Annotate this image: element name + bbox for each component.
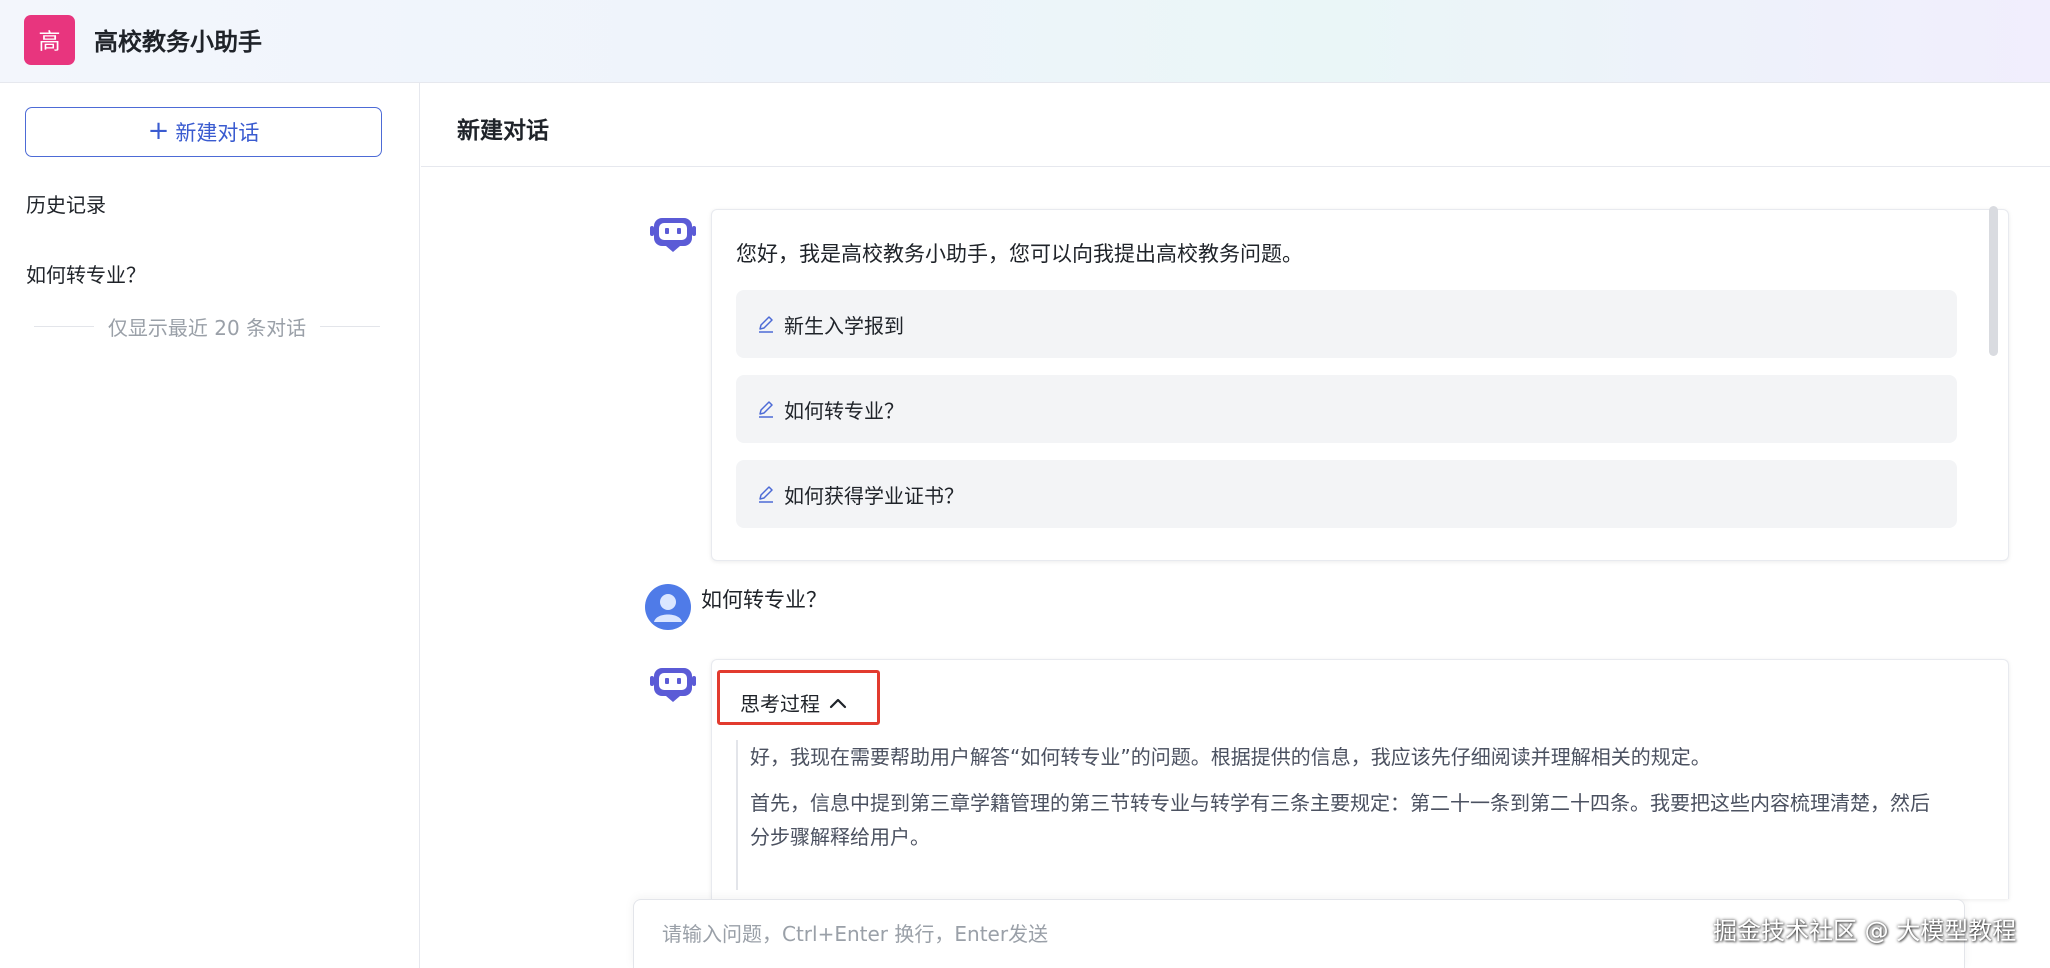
robot-avatar-icon [650, 218, 696, 252]
chat-scrollbar[interactable] [1989, 206, 1998, 356]
thinking-toggle[interactable]: 思考过程 [740, 688, 848, 717]
divider [34, 325, 94, 327]
suggestion-label: 新生入学报到 [784, 313, 904, 338]
pencil-icon [759, 486, 773, 503]
top-bar: 高 高校教务小助手 [0, 0, 2050, 83]
plus-icon: + [147, 115, 170, 146]
suggestion-label: 如何转专业？ [784, 398, 904, 423]
chevron-up-icon [829, 698, 847, 708]
new-chat-button[interactable]: + 新建对话 [25, 107, 382, 157]
thinking-content: 好，我现在需要帮助用户解答“如何转专业”的问题。根据提供的信息，我应该先仔细阅读… [736, 740, 1936, 890]
chat-header: 新建对话 [421, 83, 2050, 167]
history-heading: 历史记录 [26, 193, 106, 217]
user-avatar-icon [645, 584, 691, 630]
robot-avatar-icon [650, 668, 696, 702]
thinking-paragraph: 首先，信息中提到第三章学籍管理的第三节转专业与转学有三条主要规定：第二十一条到第… [750, 791, 1930, 849]
recent-limit-note: 仅显示最近 20 条对话 [34, 311, 381, 341]
pencil-icon [759, 316, 773, 333]
recent-limit-text: 仅显示最近 20 条对话 [107, 315, 307, 340]
divider [320, 325, 381, 327]
suggestion-item[interactable]: 如何获得学业证书？ [736, 460, 1957, 528]
thinking-paragraph: 好，我现在需要帮助用户解答“如何转专业”的问题。根据提供的信息，我应该先仔细阅读… [750, 745, 1711, 769]
watermark: 掘金技术社区 @ 大模型教程 [1713, 917, 2017, 945]
sidebar: + 新建对话 历史记录 如何转专业？ 仅显示最近 20 条对话 [0, 83, 420, 968]
pencil-icon [759, 401, 773, 418]
suggestion-label: 如何获得学业证书？ [784, 483, 964, 508]
app-logo: 高 [24, 15, 75, 65]
chat-title: 新建对话 [457, 118, 549, 144]
message-input[interactable] [660, 914, 1660, 954]
new-chat-label: 新建对话 [175, 121, 260, 145]
thinking-toggle-label: 思考过程 [740, 692, 820, 716]
user-message: 如何转专业？ [701, 588, 827, 612]
history-item[interactable]: 如何转专业？ [26, 259, 146, 288]
suggestion-item[interactable]: 新生入学报到 [736, 290, 1957, 358]
welcome-card: 您好，我是高校教务小助手，您可以向我提出高校教务问题。 新生入学报到 如何转专业… [711, 209, 2009, 561]
suggestion-item[interactable]: 如何转专业？ [736, 375, 1957, 443]
answer-card: 思考过程 好，我现在需要帮助用户解答“如何转专业”的问题。根据提供的信息，我应该… [711, 659, 2009, 899]
welcome-message: 您好，我是高校教务小助手，您可以向我提出高校教务问题。 [736, 242, 1303, 266]
app-title: 高校教务小助手 [94, 28, 262, 56]
